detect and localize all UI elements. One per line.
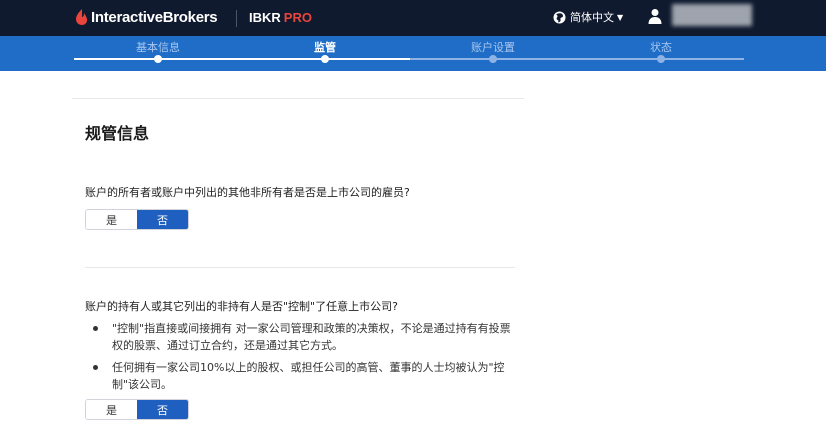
control-definition-list: "控制"指直接或间接拥有 对一家公司管理和政策的决策权，不论是通过持有有投票权的…: [90, 320, 520, 398]
globe-icon: [553, 11, 566, 23]
control-no-button[interactable]: 否: [137, 400, 188, 419]
section-divider: [85, 267, 515, 268]
product-badge: PRO: [283, 10, 312, 25]
user-icon[interactable]: [648, 8, 662, 24]
step-track-completed: [74, 58, 410, 60]
control-yes-no-toggle: 是 否: [85, 399, 189, 420]
step-track-remaining: [410, 58, 744, 60]
question-listed-company-employee: 账户的所有者或账户中列出的其他非所有者是否是上市公司的雇员?: [85, 186, 410, 199]
step-dot-status: [657, 55, 665, 63]
brand-logo[interactable]: InteractiveBrokers: [74, 8, 218, 26]
redacted-username: [672, 4, 752, 26]
content-top-divider: [72, 98, 524, 99]
step-status-label[interactable]: 状态: [650, 39, 672, 55]
question-control-listed-company: 账户的持有人或其它列出的非持有人是否"控制"了任意上市公司?: [85, 300, 398, 313]
product-label: IBKR: [249, 10, 281, 25]
header-divider: [236, 10, 237, 27]
employee-yes-button[interactable]: 是: [86, 210, 137, 229]
step-account-settings-label[interactable]: 账户设置: [471, 39, 515, 55]
flame-logo-icon: [76, 9, 87, 25]
language-label: 简体中文: [570, 11, 614, 24]
language-selector[interactable]: 简体中文 ▼: [553, 9, 623, 25]
step-dot-basic-info: [154, 55, 162, 63]
list-item: "控制"指直接或间接拥有 对一家公司管理和政策的决策权，不论是通过持有有投票权的…: [90, 320, 520, 354]
top-bar: InteractiveBrokers IBKR PRO 简体中文 ▼: [0, 0, 826, 36]
employee-no-button[interactable]: 否: [137, 210, 188, 229]
employee-yes-no-toggle: 是 否: [85, 209, 189, 230]
chevron-down-icon: ▼: [617, 12, 624, 22]
list-item: 任何拥有一家公司10%以上的股权、或担任公司的高管、董事的人士均被认为"控制"该…: [90, 359, 520, 393]
page-title: 规管信息: [85, 124, 150, 143]
brand-name: InteractiveBrokers: [91, 8, 218, 26]
step-dot-regulatory: [321, 55, 329, 63]
control-yes-button[interactable]: 是: [86, 400, 137, 419]
step-regulatory-label[interactable]: 监管: [314, 39, 336, 55]
step-progress-bar: 基本信息 监管 账户设置 状态: [0, 36, 826, 71]
step-basic-info-label[interactable]: 基本信息: [136, 39, 180, 55]
step-dot-account-settings: [489, 55, 497, 63]
product-name: IBKR PRO: [249, 10, 312, 25]
